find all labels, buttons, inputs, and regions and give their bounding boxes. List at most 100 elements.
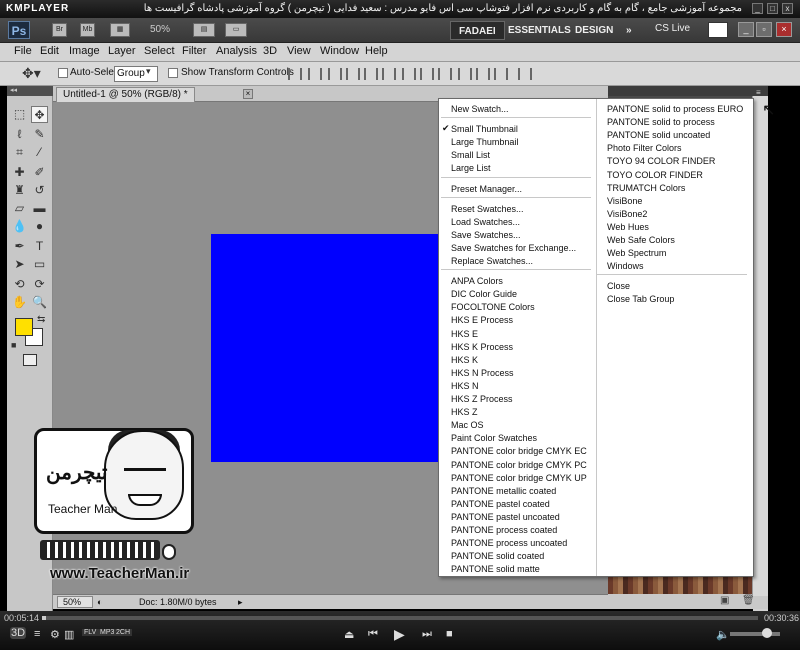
settings-icon[interactable]: ⚙: [50, 628, 60, 641]
trash-icon[interactable]: 🗑: [742, 595, 755, 606]
foreground-color-swatch[interactable]: [15, 318, 33, 336]
flyout-menu-item[interactable]: Close Tab Group: [607, 293, 674, 305]
dodge-tool-icon[interactable]: ●: [31, 218, 48, 235]
status-menu-icon[interactable]: ▸: [238, 597, 243, 608]
path-selection-tool-icon[interactable]: ➤: [11, 256, 28, 273]
menu-3d[interactable]: 3D: [263, 45, 277, 57]
hand-tool-icon[interactable]: ✋: [11, 294, 28, 311]
menu-filter[interactable]: Filter: [182, 45, 206, 57]
more-workspaces-icon[interactable]: »: [618, 21, 640, 40]
quick-mask-icon[interactable]: [23, 354, 37, 366]
swap-colors-icon[interactable]: ⇆: [37, 314, 45, 325]
volume-icon[interactable]: 🔈: [716, 628, 730, 641]
bridge-icon[interactable]: Br: [52, 23, 67, 37]
3d-orbit-tool-icon[interactable]: ⟳: [31, 276, 48, 293]
swatch-grid[interactable]: [608, 576, 753, 594]
distribute-vcenter-icon[interactable]: [420, 68, 434, 80]
player-minimize-button[interactable]: _: [752, 3, 763, 14]
flyout-menu-item[interactable]: PANTONE solid coated: [451, 550, 544, 562]
flyout-menu-item[interactable]: HKS E Process: [451, 314, 513, 326]
flyout-menu-item[interactable]: PANTONE process uncoated: [451, 537, 567, 549]
flyout-menu-item[interactable]: VisiBone: [607, 195, 642, 207]
flyout-menu-item[interactable]: PANTONE color bridge CMYK EC: [451, 445, 587, 457]
flyout-menu-item[interactable]: HKS K: [451, 354, 478, 366]
menu-image[interactable]: Image: [69, 45, 100, 57]
player-close-button[interactable]: x: [782, 3, 793, 14]
ps-minimize-button[interactable]: _: [738, 22, 754, 37]
workspace-fadaei-button[interactable]: FADAEI: [450, 21, 505, 40]
volume-slider[interactable]: [730, 632, 780, 636]
menu-edit[interactable]: Edit: [40, 45, 59, 57]
healing-brush-tool-icon[interactable]: ✚: [11, 164, 28, 181]
menu-file[interactable]: File: [14, 45, 32, 57]
flyout-menu-item[interactable]: Load Swatches...: [451, 216, 520, 228]
flyout-menu-item[interactable]: PANTONE process coated: [451, 524, 557, 536]
3d-rotate-tool-icon[interactable]: ⟲: [11, 276, 28, 293]
flyout-menu-item[interactable]: DIC Color Guide: [451, 288, 517, 300]
move-tool-preset-icon[interactable]: ✥▾: [22, 65, 41, 82]
eject-icon[interactable]: ⏏: [344, 628, 354, 641]
3d-button[interactable]: 3D: [10, 627, 26, 639]
screen-mode-icon[interactable]: ▭: [225, 23, 247, 37]
flyout-menu-item[interactable]: FOCOLTONE Colors: [451, 301, 535, 313]
blur-tool-icon[interactable]: 💧: [11, 218, 28, 235]
new-swatch-icon[interactable]: ▣: [720, 595, 729, 606]
pen-tool-icon[interactable]: ✒: [11, 238, 28, 255]
flyout-menu-item[interactable]: PANTONE color bridge CMYK UP: [451, 472, 587, 484]
flyout-menu-item[interactable]: TRUMATCH Colors: [607, 182, 685, 194]
eraser-tool-icon[interactable]: ▱: [11, 200, 28, 217]
flyout-menu-item[interactable]: Mac OS: [451, 419, 484, 431]
clone-stamp-tool-icon[interactable]: ♜: [11, 182, 28, 199]
flyout-menu-item[interactable]: HKS E: [451, 328, 478, 340]
flyout-menu-item[interactable]: PANTONE solid to process: [607, 116, 715, 128]
menu-help[interactable]: Help: [365, 45, 388, 57]
brush-tool-icon[interactable]: ✐: [31, 164, 48, 181]
flyout-menu-item[interactable]: TOYO COLOR FINDER: [607, 169, 703, 181]
close-icon[interactable]: ×: [243, 89, 253, 99]
seek-bar-position[interactable]: [42, 616, 46, 620]
workspace-design-button[interactable]: DESIGN: [567, 21, 621, 40]
flyout-menu-item[interactable]: Large Thumbnail: [451, 136, 518, 148]
rectangle-tool-icon[interactable]: ▭: [31, 256, 48, 273]
flyout-menu-item[interactable]: Large List: [451, 162, 491, 174]
flyout-menu-item[interactable]: ANPA Colors: [451, 275, 503, 287]
panel-scrollbar[interactable]: [752, 96, 768, 596]
flyout-menu-item[interactable]: Web Hues: [607, 221, 649, 233]
status-info-icon[interactable]: ◐: [97, 597, 102, 607]
history-brush-tool-icon[interactable]: ↺: [31, 182, 48, 199]
flyout-menu-item[interactable]: Save Swatches for Exchange...: [451, 242, 576, 254]
flyout-menu-item[interactable]: HKS K Process: [451, 341, 513, 353]
flyout-menu-item[interactable]: New Swatch...: [451, 103, 509, 115]
flyout-menu-item[interactable]: HKS N: [451, 380, 479, 392]
tools-panel-header[interactable]: ◂◂: [7, 86, 53, 96]
flyout-menu-item[interactable]: Replace Swatches...: [451, 255, 533, 267]
flyout-menu-item[interactable]: Preset Manager...: [451, 183, 522, 195]
default-colors-icon[interactable]: ■: [11, 340, 16, 350]
flyout-menu-item[interactable]: PANTONE color bridge CMYK PC: [451, 459, 587, 471]
distribute-bottom-icon[interactable]: [438, 68, 452, 80]
align-left-icon[interactable]: [346, 68, 360, 80]
arrange-documents-icon[interactable]: ▤: [193, 23, 215, 37]
cs-live-button[interactable]: CS Live: [655, 23, 690, 34]
flyout-menu-item[interactable]: Small List: [451, 149, 490, 161]
distribute-hcenter-icon[interactable]: [476, 68, 490, 80]
flyout-menu-item[interactable]: Close: [607, 280, 630, 292]
distribute-right-icon[interactable]: [494, 68, 508, 80]
mini-bridge-icon[interactable]: Mb: [80, 23, 95, 37]
previous-icon[interactable]: ⏮: [368, 628, 378, 641]
align-top-icon[interactable]: [288, 68, 302, 80]
align-bottom-icon[interactable]: [328, 68, 342, 80]
flyout-menu-item[interactable]: Paint Color Swatches: [451, 432, 537, 444]
flyout-menu-item[interactable]: HKS N Process: [451, 367, 514, 379]
panel-menu-icon[interactable]: ≡: [756, 88, 761, 97]
ps-restore-button[interactable]: ▫: [756, 22, 772, 37]
crop-tool-icon[interactable]: ⌗: [11, 144, 28, 161]
ps-close-button[interactable]: ×: [776, 22, 792, 37]
show-transform-checkbox[interactable]: [168, 68, 178, 78]
flyout-menu-item[interactable]: PANTONE pastel uncoated: [451, 511, 560, 523]
flyout-menu-item[interactable]: Web Spectrum: [607, 247, 666, 259]
player-maximize-button[interactable]: □: [767, 3, 778, 14]
align-right-icon[interactable]: [382, 68, 396, 80]
move-tool-icon[interactable]: ✥: [31, 106, 48, 123]
lasso-tool-icon[interactable]: ℓ: [11, 126, 28, 143]
